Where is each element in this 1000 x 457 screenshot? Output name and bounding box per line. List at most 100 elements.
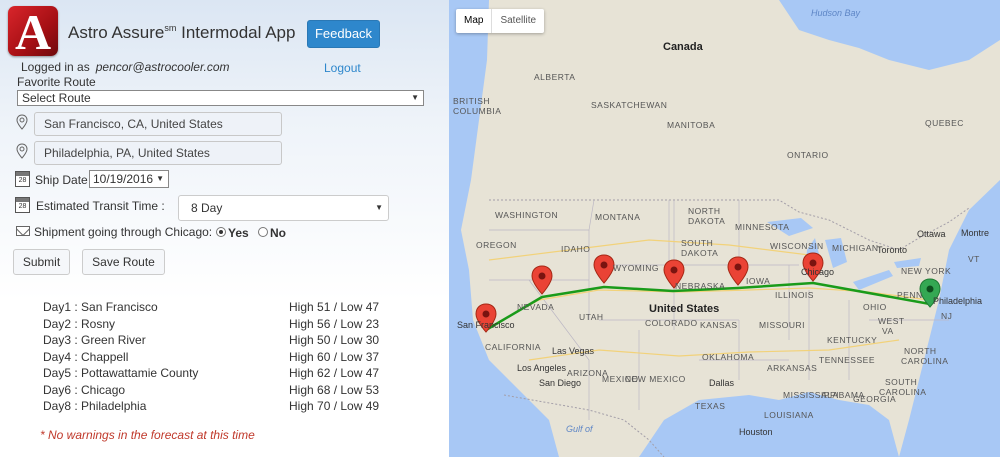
map-marker-icon[interactable] [531,265,553,295]
map-label: BRITISH [453,96,491,106]
map-label: COLORADO [645,318,698,328]
map-label: United States [649,303,720,315]
dropdown-arrow-icon: ▼ [156,174,164,183]
map-label: ONTARIO [787,150,829,160]
ship-date-select[interactable]: 10/19/2016 ▼ [89,170,169,188]
map-label: Toronto [877,245,908,255]
map-label: MISSOURI [759,320,806,330]
map-type-control: Map Satellite [456,9,545,33]
map-label: WEST [878,316,905,326]
map-label: NEBRASKA [675,281,726,291]
map-label: TENNESSEE [819,355,875,365]
map-label: WISCONSIN [770,241,824,251]
map-type-satellite-button[interactable]: Satellite [491,9,544,33]
map-label: Hudson Bay [811,8,861,18]
map-label: DAKOTA [681,248,719,258]
map-label: NORTH [904,346,937,356]
map-label: Canada [663,41,703,53]
submit-button[interactable]: Submit [13,249,70,275]
map-label: Montre [961,228,990,238]
chicago-no-radio[interactable] [258,227,268,237]
map-label: LOUISIANA [764,410,814,420]
favorite-route-label: Favorite Route [17,75,96,89]
favorite-route-select[interactable]: Select Route ▼ [17,90,424,106]
dropdown-arrow-icon: ▼ [375,203,383,212]
map-label: SASKATCHEWAN [591,100,668,110]
map-label: Philadelphia [933,296,983,306]
map-label: GEORGIA [853,394,897,404]
transit-time-label: Estimated Transit Time : [36,199,165,213]
origin-pin-icon [16,114,28,130]
map-label: San Francisco [457,320,515,330]
map-label: San Diego [539,378,582,388]
list-item: Day1 : San Francisco High 51 / Low 47 [43,300,380,314]
map-label: KENTUCKY [827,335,878,345]
map-label: TEXAS [695,401,726,411]
save-route-button[interactable]: Save Route [82,249,165,275]
map-label: IDAHO [561,244,591,254]
chicago-no-label[interactable]: No [270,226,286,240]
ship-date-label: Ship Date [35,173,88,187]
map-label: WASHINGTON [495,210,559,220]
map-label: NEW YORK [901,266,952,276]
map-label: OKLAHOMA [702,352,755,362]
logout-link[interactable]: Logout [324,61,361,75]
list-item: Day5 : Pottawattamie County High 62 / Low… [43,366,380,380]
chicago-yes-label[interactable]: Yes [228,226,249,240]
forecast-warning: * No warnings in the forecast at this ti… [40,428,255,442]
map-label: SOUTH [885,377,918,387]
map-label: ILLINOIS [775,290,814,300]
transit-time-select[interactable]: 8 Day ▼ [178,195,389,221]
chicago-yes-radio[interactable] [216,227,226,237]
list-item: Day2 : Rosny High 56 / Low 23 [43,316,380,331]
map-label: OHIO [863,302,887,312]
map-label: QUEBEC [925,118,964,128]
route-panel: A Astro Assuresm Intermodal App Feedback… [0,0,449,457]
map-marker-icon[interactable] [593,254,615,284]
map-label: Los Angeles [517,363,567,373]
origin-field[interactable]: San Francisco, CA, United States [34,112,282,136]
dropdown-arrow-icon: ▼ [411,93,419,102]
map-label: WYOMING [613,263,659,273]
map-label: MANITOBA [667,120,716,130]
map-type-map-button[interactable]: Map [456,9,491,33]
logged-in-info: Logged in as pencor@astrocooler.com [21,60,230,74]
map-label: CALIFORNIA [485,342,542,352]
map-label: MICHIGAN [832,243,879,253]
map-label: VT [968,254,980,264]
map-label: NJ [941,311,953,321]
map-label: UTAH [579,312,604,322]
map-label: Gulf of [566,424,593,434]
route-map[interactable]: Map Satellite Hudson Bay Canada ALBERTA … [449,0,1000,457]
map-label: ARKANSAS [767,363,818,373]
map-label: Chicago [801,267,835,277]
map-label: VA [882,326,894,336]
map-label: COLUMBIA [453,106,502,116]
map-label: MONTANA [595,212,641,222]
map-label: KANSAS [700,320,738,330]
map-label: Ottawa [917,229,946,239]
map-label: IOWA [746,276,771,286]
calendar-icon: 28 [15,171,30,187]
map-label: SOUTH [681,238,714,248]
map-label: NORTH [688,206,721,216]
map-label: NEVADA [517,302,555,312]
app-logo: A [8,6,58,56]
user-email: pencor@astrocooler.com [95,60,230,74]
map-label: Houston [739,427,773,437]
list-item: Day4 : Chappell High 60 / Low 37 [43,349,380,364]
forecast-list: Day1 : San Francisco High 51 / Low 47 Day… [43,300,388,416]
destination-pin-icon [16,143,28,159]
calendar-icon: 28 [15,197,30,213]
list-item: Day6 : Chicago High 68 / Low 53 [43,382,380,397]
map-label: OREGON [476,240,517,250]
map-label: MINNESOTA [735,222,790,232]
list-item: Day8 : Philadelphia High 70 / Low 49 [43,399,380,413]
map-label: ALBERTA [534,72,576,82]
destination-field[interactable]: Philadelphia, PA, United States [34,141,282,165]
map-label: CAROLINA [901,356,949,366]
map-label: DAKOTA [688,216,726,226]
feedback-button[interactable]: Feedback [307,20,380,48]
map-label: Las Vegas [552,346,595,356]
list-item: Day3 : Green River High 50 / Low 30 [43,333,380,347]
